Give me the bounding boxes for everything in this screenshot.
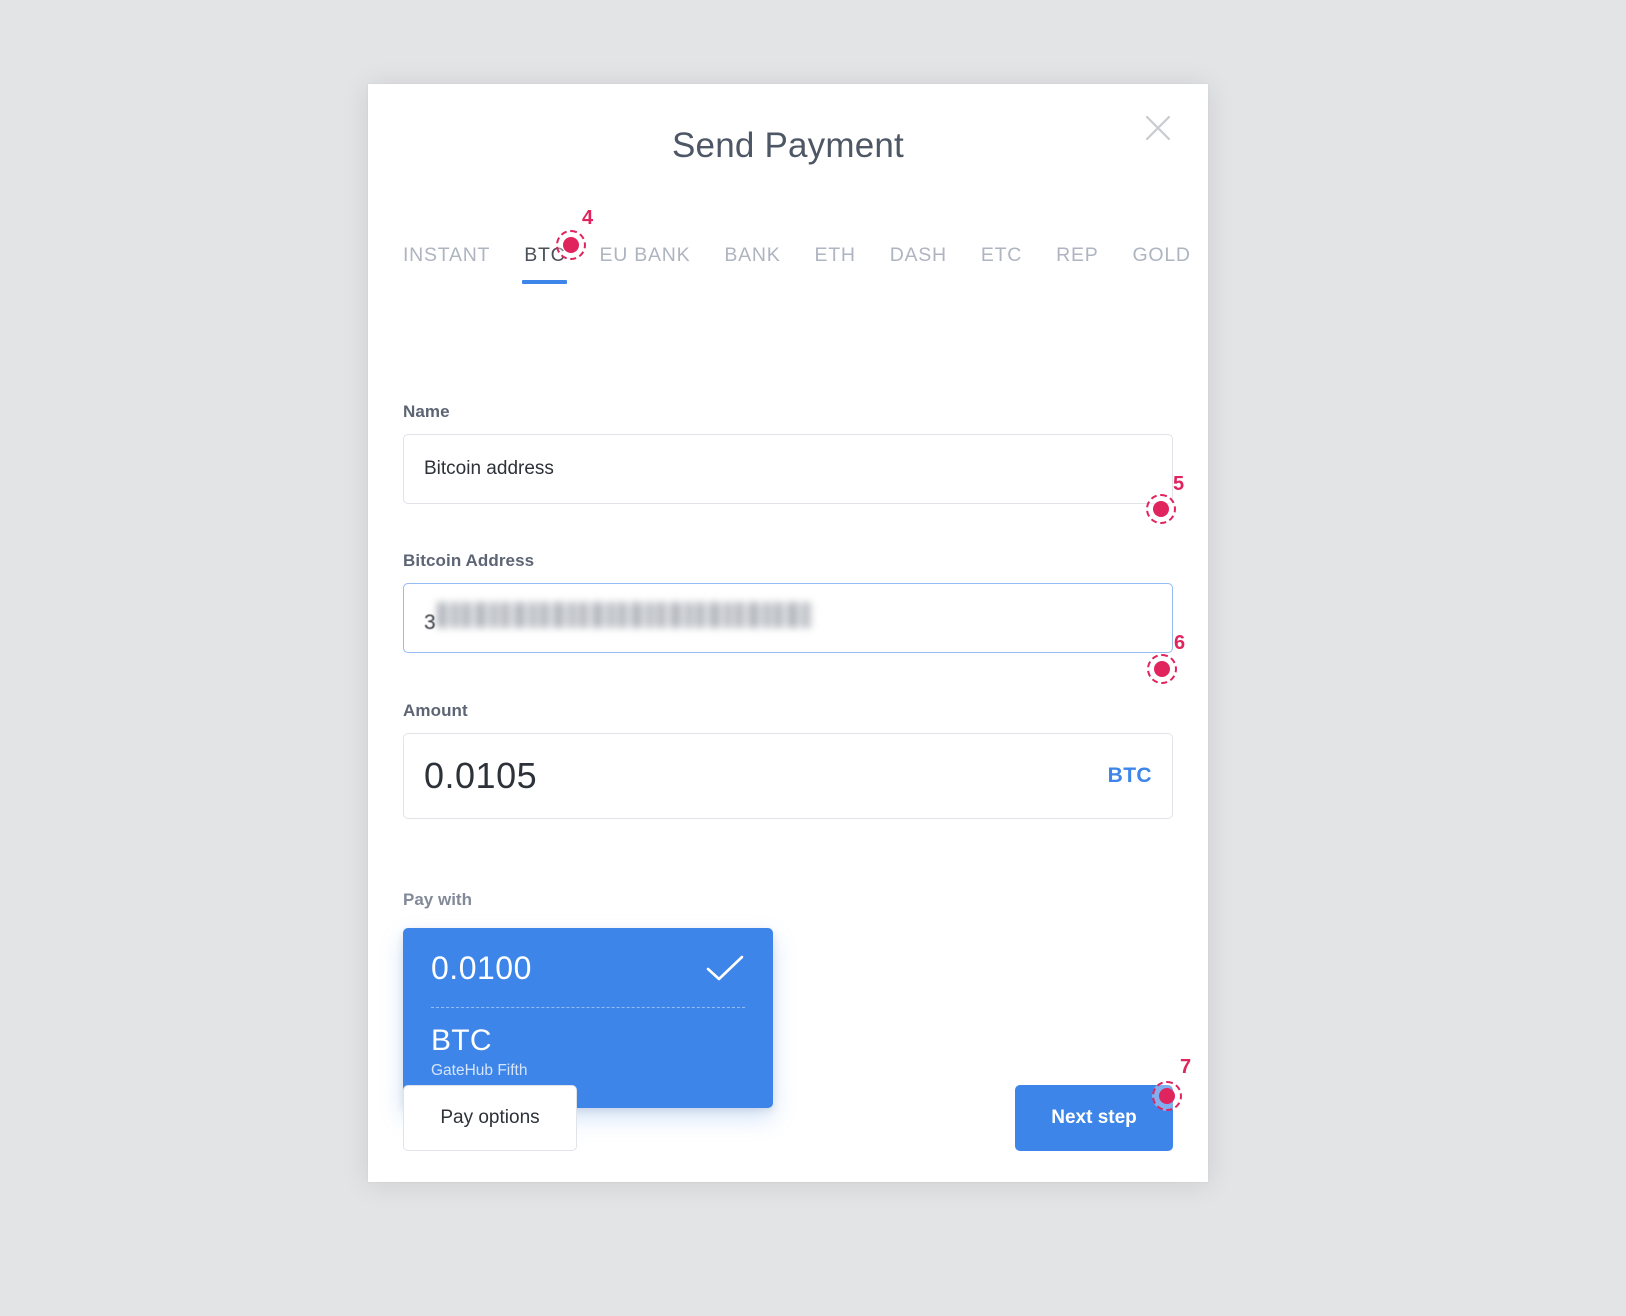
amount-input[interactable]: 0.0105 BTC <box>403 733 1173 819</box>
amount-row: 0.0105 BTC <box>424 755 1152 797</box>
pay-with-section: Pay with 0.0100 BTC GateHub Fifth <box>403 890 1173 1108</box>
annotation-number-6: 6 <box>1174 632 1186 654</box>
wallet-balance: 0.0100 <box>431 950 532 986</box>
tab-gold[interactable]: GOLD <box>1133 244 1191 284</box>
tab-dash[interactable]: DASH <box>890 244 947 284</box>
payment-method-tabs: INSTANT BTC EU BANK BANK ETH DASH ETC RE… <box>403 244 1190 284</box>
check-icon <box>705 955 745 983</box>
close-icon[interactable] <box>1136 106 1180 150</box>
tab-eth[interactable]: ETH <box>814 244 855 284</box>
send-payment-dialog: Send Payment INSTANT BTC EU BANK BANK ET… <box>368 84 1208 1182</box>
annotation-number-5: 5 <box>1173 473 1185 495</box>
name-input[interactable]: Bitcoin address <box>403 434 1173 504</box>
bitcoin-address-field-group: Bitcoin Address 3 <box>403 551 1173 653</box>
annotation-marker-4 <box>556 230 586 260</box>
tab-rep[interactable]: REP <box>1056 244 1098 284</box>
bitcoin-address-value-prefix: 3 <box>424 611 436 634</box>
bitcoin-address-input[interactable]: 3 <box>403 583 1173 653</box>
tab-etc[interactable]: ETC <box>981 244 1022 284</box>
next-step-button[interactable]: Next step <box>1015 1085 1173 1151</box>
pay-with-label: Pay with <box>403 890 472 909</box>
wallet-card-bottom: BTC GateHub Fifth <box>431 1008 745 1080</box>
dialog-actions: Pay options Next step <box>403 1085 1173 1151</box>
annotation-marker-5 <box>1146 494 1176 524</box>
annotation-number-4: 4 <box>582 207 594 229</box>
wallet-currency: BTC <box>431 1024 492 1057</box>
bitcoin-address-value: 3 <box>424 602 1152 634</box>
wallet-card-btc[interactable]: 0.0100 BTC GateHub Fifth <box>403 928 773 1108</box>
tab-eu-bank[interactable]: EU BANK <box>599 244 690 284</box>
annotation-marker-7 <box>1152 1081 1182 1111</box>
bitcoin-address-label: Bitcoin Address <box>403 551 535 570</box>
name-input-value: Bitcoin address <box>424 458 554 479</box>
amount-input-value: 0.0105 <box>424 755 538 796</box>
wallet-issuer: GateHub Fifth <box>431 1061 528 1079</box>
pay-options-button[interactable]: Pay options <box>403 1085 577 1151</box>
redacted-address-blur <box>436 602 812 628</box>
page-title: Send Payment <box>672 126 904 165</box>
amount-field-group: Amount 0.0105 BTC <box>403 701 1173 819</box>
annotation-marker-6 <box>1147 654 1177 684</box>
name-field-group: Name Bitcoin address <box>403 402 1173 504</box>
tab-bank[interactable]: BANK <box>724 244 780 284</box>
amount-currency-selector[interactable]: BTC <box>1108 764 1152 788</box>
name-label: Name <box>403 402 450 421</box>
tab-instant[interactable]: INSTANT <box>403 244 490 284</box>
annotation-number-7: 7 <box>1180 1056 1192 1078</box>
amount-label: Amount <box>403 701 468 720</box>
wallet-card-top: 0.0100 <box>431 950 745 1008</box>
